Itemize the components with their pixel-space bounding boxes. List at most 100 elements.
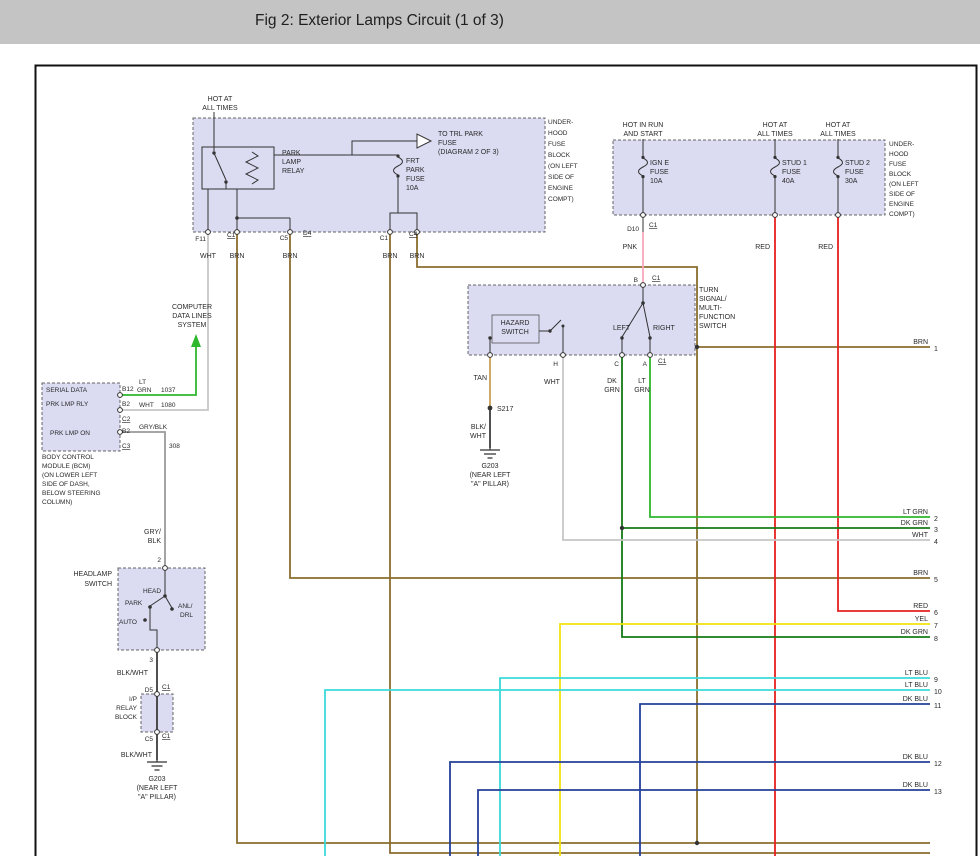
wiring-diagram-page: Fig 2: Exterior Lamps Circuit (1 of 3) — [0, 0, 980, 856]
wire-gryblk-308 — [120, 432, 165, 568]
wire-dkblu-exit13 — [478, 790, 930, 856]
exit-number: 9 — [934, 677, 938, 684]
wire-color-label: DK — [607, 378, 617, 385]
component-caption: I/P — [129, 696, 137, 703]
exit-number: 10 — [934, 689, 942, 696]
underhood-fuse-block-left-panel — [193, 118, 545, 232]
connector-label: C4 — [409, 231, 418, 238]
block-caption: FUSE — [889, 161, 907, 168]
connector-bump — [206, 230, 211, 235]
connector-label: C1 — [162, 733, 171, 740]
component-caption: RELAY — [116, 705, 137, 712]
splice-dot — [620, 526, 624, 530]
wire-color-label: WHT — [200, 253, 217, 260]
datalines-caption: DATA LINES — [172, 313, 212, 320]
connector-bump — [836, 213, 841, 218]
block-caption: COMPT) — [548, 196, 574, 203]
bcm-row-label: PRK LMP ON — [50, 430, 90, 437]
contact-dot — [148, 605, 152, 609]
wire-color-label: GRY/ — [144, 529, 161, 536]
fuse-label: STUD 2 — [845, 160, 870, 167]
wire-color-label: BLK/WHT — [117, 670, 149, 677]
connector-bump — [641, 213, 646, 218]
wire-color-label: RED — [755, 244, 770, 251]
ground-label: (NEAR LEFT — [470, 472, 512, 479]
contact-dot — [163, 594, 167, 598]
wire-color-label: GRN — [634, 387, 650, 394]
hot-label: HOT IN RUN — [623, 122, 664, 129]
exit-number: 12 — [934, 761, 942, 768]
switch-position-label: HEAD — [143, 588, 161, 595]
pin-label: C5 — [145, 736, 154, 743]
relay-label: LAMP — [282, 159, 301, 166]
connector-bump — [648, 353, 653, 358]
component-caption: BLOCK — [115, 714, 138, 721]
component-caption: BODY CONTROL — [42, 454, 94, 461]
block-caption: HOOD — [548, 130, 568, 137]
block-caption: SIDE OF — [889, 191, 915, 198]
ground-label: "A" PILLAR) — [138, 794, 176, 801]
block-caption: UNDER- — [889, 141, 914, 148]
fuse-label: FUSE — [845, 169, 864, 176]
switch-position-label: ANL/ — [178, 603, 193, 610]
offpage-label: TO TRL PARK — [438, 131, 483, 138]
pin-label: C1 — [380, 235, 389, 242]
wire-color-label: DK BLU — [903, 782, 928, 789]
block-caption: (ON LEFT — [548, 163, 578, 170]
wire-color-label: LT BLU — [905, 670, 928, 677]
wire-color-label: BRN — [913, 339, 928, 346]
pin-label: 2 — [157, 557, 161, 564]
fuse-terminal-dot — [396, 154, 399, 157]
contact-dot — [562, 325, 565, 328]
pin-label: B12 — [122, 386, 134, 393]
connector-bump — [235, 230, 240, 235]
ground-label: (NEAR LEFT — [137, 785, 179, 792]
block-caption: UNDER- — [548, 119, 573, 126]
wire-color-label: LT BLU — [905, 682, 928, 689]
connector-bump — [773, 213, 778, 218]
component-caption: MULTI- — [699, 305, 722, 312]
contact-dot — [224, 180, 227, 183]
connector-bump — [641, 283, 646, 288]
connector-bump — [163, 566, 168, 571]
wire-color-label: BLK — [148, 538, 162, 545]
pin-label: A — [643, 361, 648, 368]
wire-color-label: GRY/BLK — [139, 424, 168, 431]
wire-color-label: BRN — [410, 253, 425, 260]
fuse-terminal-dot — [836, 156, 839, 159]
component-caption: SIGNAL/ — [699, 296, 727, 303]
fuse-label: STUD 1 — [782, 160, 807, 167]
connector-label: C2 — [122, 416, 131, 423]
switch-position-label: PARK — [125, 600, 143, 607]
exit-number: 5 — [934, 577, 938, 584]
component-caption: BELOW STEERING — [42, 490, 101, 497]
ground-icon — [147, 760, 167, 770]
wire-color-label: WHT — [544, 379, 561, 386]
connector-label: D4 — [303, 230, 312, 237]
pin-label: H — [553, 361, 558, 368]
connector-bump — [620, 353, 625, 358]
fuse-terminal-dot — [641, 156, 644, 159]
wire-ltgrn-exit2 — [650, 355, 930, 517]
relay-label: PARK — [282, 150, 301, 157]
wire-color-label: WHT — [912, 532, 929, 539]
pin-label: B — [634, 277, 638, 284]
block-caption: COMPT) — [889, 211, 915, 218]
wire-wht-exit4 — [563, 355, 930, 540]
wire-dkblu-exit11 — [640, 704, 930, 856]
contact-dot — [648, 336, 651, 339]
pin-label: B2 — [122, 428, 130, 435]
wire-color-label: LT GRN — [903, 509, 928, 516]
exit-number: 13 — [934, 789, 942, 796]
splice-dot — [695, 841, 699, 845]
wire-color-label: LT — [139, 379, 146, 386]
wire-color-label: WHT — [470, 433, 487, 440]
datalines-caption: SYSTEM — [178, 322, 207, 329]
contact-dot — [488, 336, 491, 339]
connector-bump — [118, 393, 123, 398]
exit-number: 11 — [934, 703, 941, 710]
component-caption: FUNCTION — [699, 314, 735, 321]
hot-label: HOT AT — [826, 122, 851, 129]
connector-bump — [488, 353, 493, 358]
panels — [42, 118, 885, 732]
